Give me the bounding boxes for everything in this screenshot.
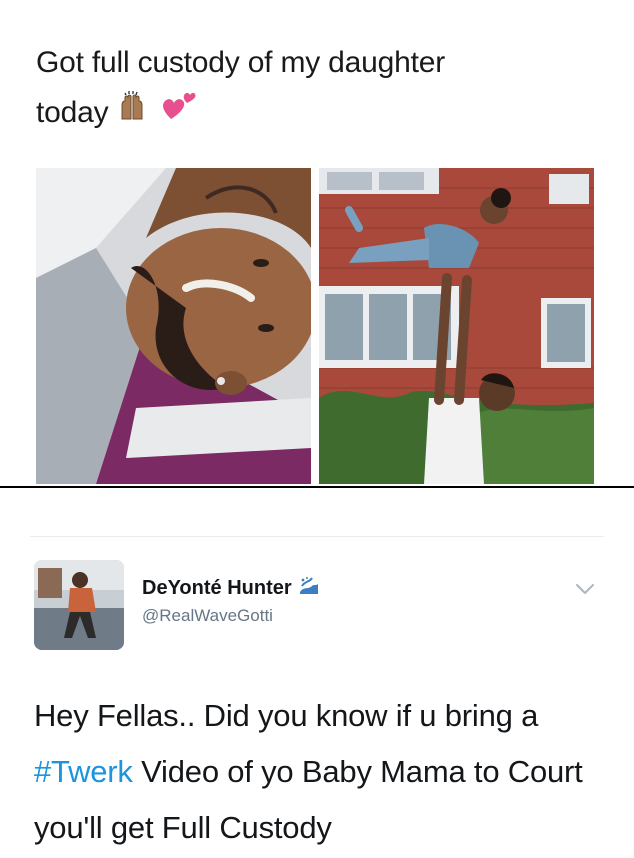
meme-post: Got full custody of my daughter today xyxy=(0,0,634,486)
handle[interactable]: @RealWaveGotti xyxy=(142,606,273,626)
display-name[interactable]: DeYonté Hunter xyxy=(142,577,292,600)
photo-man-smiling[interactable] xyxy=(36,168,311,484)
photo-father-lifting-daughter[interactable] xyxy=(319,168,594,484)
tweet-text: Hey Fellas.. Did you know if u bring a #… xyxy=(34,688,614,856)
photo-grid xyxy=(36,168,594,484)
caption-line-1: Got full custody of my daughter xyxy=(36,46,446,79)
tweet-text-before: Hey Fellas.. Did you know if u bring a xyxy=(34,698,539,733)
avatar[interactable] xyxy=(34,560,124,650)
caption-line-2: today xyxy=(36,96,109,129)
tweet-author[interactable]: DeYonté Hunter xyxy=(142,576,320,601)
wave-icon xyxy=(298,576,320,601)
tweet-top-border xyxy=(30,536,604,537)
hashtag-link[interactable]: #Twerk xyxy=(34,754,133,789)
two-hearts-icon xyxy=(161,89,197,139)
raising-hands-icon xyxy=(117,89,153,139)
chevron-down-icon[interactable] xyxy=(574,582,596,596)
post-caption: Got full custody of my daughter today xyxy=(36,38,596,139)
tweet-card: DeYonté Hunter @RealWaveGotti Hey Fellas… xyxy=(0,488,634,858)
